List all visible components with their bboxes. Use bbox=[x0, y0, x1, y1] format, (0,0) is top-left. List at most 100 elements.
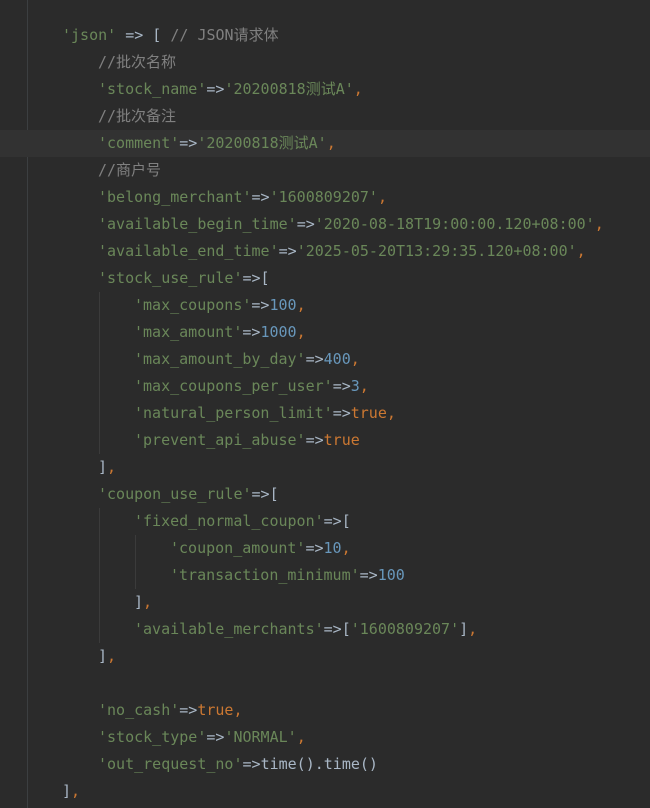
code-token: true bbox=[197, 701, 234, 719]
code-line[interactable]: ], bbox=[0, 589, 650, 616]
code-token: 'max_amount' bbox=[134, 323, 243, 341]
code-line[interactable]: 'fixed_normal_coupon'=>[ bbox=[0, 508, 650, 535]
indent-guide bbox=[99, 292, 100, 319]
code-token: ] bbox=[459, 620, 469, 638]
code-line[interactable]: //批次名称 bbox=[0, 49, 650, 76]
code-line[interactable]: 'no_cash'=>true, bbox=[0, 697, 650, 724]
code-token: => bbox=[179, 701, 198, 719]
code-token: 'stock_type' bbox=[98, 728, 207, 746]
code-text: ], bbox=[62, 778, 80, 805]
code-token: ] bbox=[62, 782, 72, 800]
code-token: , bbox=[359, 377, 369, 395]
code-token: , bbox=[576, 242, 586, 260]
code-token: 'coupon_amount' bbox=[170, 539, 306, 557]
indent-guide bbox=[99, 373, 100, 400]
code-line[interactable]: 'transaction_minimum'=>100 bbox=[0, 562, 650, 589]
indent-guide bbox=[99, 400, 100, 427]
code-line[interactable]: 'stock_type'=>'NORMAL', bbox=[0, 724, 650, 751]
code-line[interactable]: 'coupon_use_rule'=>[ bbox=[0, 481, 650, 508]
code-token: 'stock_use_rule' bbox=[98, 269, 243, 287]
code-token: , bbox=[326, 134, 336, 152]
code-token: '20200818测试A' bbox=[197, 134, 327, 152]
code-token: '1600809207' bbox=[269, 188, 378, 206]
code-token: '2020-08-18T19:00:00.120+08:00' bbox=[314, 215, 595, 233]
code-token: , bbox=[341, 539, 351, 557]
indent-guide bbox=[135, 535, 136, 562]
indent-guide bbox=[99, 319, 100, 346]
code-line[interactable]: 'max_amount'=>1000, bbox=[0, 319, 650, 346]
code-token: => bbox=[296, 215, 315, 233]
code-token: 'prevent_api_abuse' bbox=[134, 431, 306, 449]
code-line[interactable]: ], bbox=[0, 454, 650, 481]
code-line[interactable]: 'stock_name'=>'20200818测试A', bbox=[0, 76, 650, 103]
code-text: ], bbox=[98, 643, 116, 670]
code-text: //批次名称 bbox=[98, 49, 176, 76]
code-text: //批次备注 bbox=[98, 103, 176, 130]
code-token: , bbox=[107, 647, 117, 665]
code-token: , bbox=[594, 215, 604, 233]
code-token: => bbox=[359, 566, 378, 584]
code-token: true bbox=[350, 404, 387, 422]
code-token: // JSON请求体 bbox=[170, 26, 279, 44]
code-line[interactable]: 'stock_use_rule'=>[ bbox=[0, 265, 650, 292]
code-text: 'stock_type'=>'NORMAL', bbox=[98, 724, 306, 751]
indent-guide bbox=[99, 589, 100, 616]
code-line[interactable]: 'comment'=>'20200818测试A', bbox=[0, 130, 650, 157]
code-text: 'natural_person_limit'=>true, bbox=[134, 400, 396, 427]
code-line[interactable]: 'available_end_time'=>'2025-05-20T13:29:… bbox=[0, 238, 650, 265]
code-token: , bbox=[468, 620, 478, 638]
code-text: 'out_request_no'=>time().time() bbox=[98, 751, 378, 778]
code-token: 'belong_merchant' bbox=[98, 188, 252, 206]
code-token: =>[ bbox=[242, 269, 270, 287]
code-text: 'available_merchants'=>['1600809207'], bbox=[134, 616, 477, 643]
code-line[interactable]: 'belong_merchant'=>'1600809207', bbox=[0, 184, 650, 211]
code-token: => bbox=[305, 539, 324, 557]
code-line[interactable]: 'max_coupons_per_user'=>3, bbox=[0, 373, 650, 400]
code-line[interactable]: 'natural_person_limit'=>true, bbox=[0, 400, 650, 427]
code-token: => bbox=[251, 188, 270, 206]
code-text: 'transaction_minimum'=>100 bbox=[170, 562, 405, 589]
indent-guide bbox=[99, 508, 100, 535]
code-line[interactable]: 'max_coupons'=>100, bbox=[0, 292, 650, 319]
code-token: 100 bbox=[377, 566, 405, 584]
code-text: //商户号 bbox=[98, 157, 161, 184]
code-token: ] bbox=[134, 593, 144, 611]
code-token: 'transaction_minimum' bbox=[170, 566, 360, 584]
code-token: 'out_request_no' bbox=[98, 755, 243, 773]
code-token: '1600809207' bbox=[350, 620, 460, 638]
code-editor[interactable]: 'json' => [ // JSON请求体 //批次名称 'stock_name'… bbox=[0, 22, 650, 805]
code-token: ] bbox=[98, 647, 108, 665]
code-token: , bbox=[296, 728, 306, 746]
code-text: 'max_coupons_per_user'=>3, bbox=[134, 373, 369, 400]
code-text: 'coupon_use_rule'=>[ bbox=[98, 481, 279, 508]
code-token: , bbox=[296, 296, 306, 314]
code-token: 'available_merchants' bbox=[134, 620, 324, 638]
code-token: =>[ bbox=[323, 512, 351, 530]
code-token: 'max_amount_by_day' bbox=[134, 350, 306, 368]
code-text: 'available_begin_time'=>'2020-08-18T19:0… bbox=[98, 211, 604, 238]
code-line[interactable]: //批次备注 bbox=[0, 103, 650, 130]
code-token: => bbox=[206, 80, 225, 98]
code-line[interactable]: 'available_merchants'=>['1600809207'], bbox=[0, 616, 650, 643]
code-token: 'available_end_time' bbox=[98, 242, 279, 260]
code-text: 'stock_name'=>'20200818测试A', bbox=[98, 76, 363, 103]
code-line[interactable]: 'out_request_no'=>time().time() bbox=[0, 751, 650, 778]
code-token: 'fixed_normal_coupon' bbox=[134, 512, 324, 530]
code-text: 'no_cash'=>true, bbox=[98, 697, 243, 724]
code-token: =>[ bbox=[323, 620, 351, 638]
code-token: 10 bbox=[323, 539, 342, 557]
code-line[interactable] bbox=[0, 670, 650, 697]
code-line[interactable]: 'available_begin_time'=>'2020-08-18T19:0… bbox=[0, 211, 650, 238]
code-line[interactable]: 'json' => [ // JSON请求体 bbox=[0, 22, 650, 49]
code-token: => bbox=[332, 404, 351, 422]
code-line[interactable]: 'prevent_api_abuse'=>true bbox=[0, 427, 650, 454]
code-text: 'available_end_time'=>'2025-05-20T13:29:… bbox=[98, 238, 586, 265]
code-token: => bbox=[206, 728, 225, 746]
code-line[interactable]: ], bbox=[0, 778, 650, 805]
code-line[interactable]: 'coupon_amount'=>10, bbox=[0, 535, 650, 562]
code-token: => bbox=[242, 755, 261, 773]
code-line[interactable]: ], bbox=[0, 643, 650, 670]
code-line[interactable]: 'max_amount_by_day'=>400, bbox=[0, 346, 650, 373]
code-token: 3 bbox=[350, 377, 360, 395]
code-line[interactable]: //商户号 bbox=[0, 157, 650, 184]
